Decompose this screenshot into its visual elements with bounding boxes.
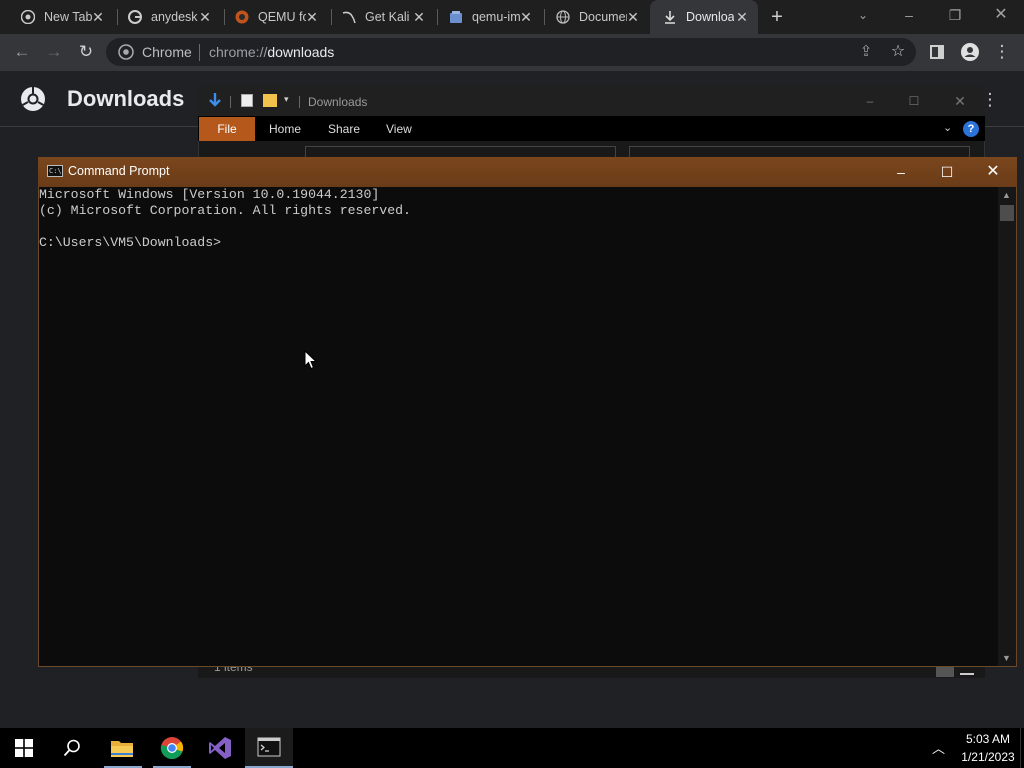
back-arrow-icon[interactable]: ← [10,40,34,64]
google-icon [127,9,143,25]
chrome-logo-icon [20,86,46,117]
console-output[interactable]: Microsoft Windows [Version 10.0.19044.21… [39,187,997,251]
ribbon-tab-home[interactable]: Home [269,122,301,136]
restore-icon[interactable]: ❐ [932,0,978,30]
tab-new-tab[interactable]: New Tab ✕ [8,0,114,34]
omnibox-url[interactable]: chrome://downloads [209,44,334,60]
chrome-site-icon [118,44,134,65]
close-window-icon[interactable]: ✕ [978,0,1024,30]
tab-title: New Tab [44,10,92,24]
bookmark-star-icon[interactable]: ☆ [886,40,910,64]
ribbon-tab-file[interactable]: File [199,117,255,141]
tab-title: QEMU for [258,10,306,24]
kali-icon [341,9,357,25]
minimize-icon[interactable]: – [878,157,924,187]
download-icon [662,9,678,25]
omnibox-divider [199,44,200,61]
tab-title: Downloads [686,10,734,24]
command-prompt-icon [257,737,281,757]
ribbon-expand-icon[interactable]: ⌄ [943,121,952,134]
clock-date[interactable]: 1/21/2023 [958,750,1018,764]
chrome-icon [20,9,36,25]
maximize-icon[interactable]: ☐ [924,157,970,187]
explorer-ribbon [198,116,985,141]
explorer-title: Downloads [308,95,368,109]
ribbon-tab-view[interactable]: View [386,122,412,136]
tab-title: Documentation [579,10,627,24]
taskbar-command-prompt[interactable] [245,728,293,768]
qat-divider [230,96,231,108]
close-icon[interactable]: ✕ [518,9,534,25]
taskbar-visual-studio[interactable] [196,728,244,768]
start-button[interactable] [0,728,48,768]
search-button[interactable] [48,728,96,768]
tab-title: qemu-img [472,10,520,24]
url-host: downloads [267,44,335,60]
tab-downloads[interactable]: Downloads ✕ [650,0,758,34]
tab-qemu[interactable]: QEMU for ✕ [222,0,328,34]
page-title: Downloads [67,86,185,111]
forward-arrow-icon[interactable]: → [42,40,66,64]
qat-divider [299,96,300,108]
tab-qemu-img[interactable]: qemu-img ✕ [436,0,542,34]
cmd-title-bar[interactable] [38,157,1017,187]
document-icon [448,9,464,25]
close-icon[interactable]: ✕ [970,157,1016,187]
omnibox-site-label: Chrome [142,44,192,60]
new-tab-button[interactable]: + [766,6,788,28]
qemu-icon [234,9,250,25]
close-icon[interactable]: ✕ [304,9,320,25]
cmd-title: Command Prompt [68,164,170,178]
console-line: Microsoft Windows [Version 10.0.19044.21… [39,187,380,202]
url-scheme: chrome:// [209,44,268,60]
tab-title: Get Kali [365,10,410,24]
minimize-icon[interactable]: – [856,86,884,116]
mouse-cursor-icon [304,349,318,375]
search-icon [63,739,80,757]
ribbon-tab-share[interactable]: Share [328,122,360,136]
profile-icon[interactable] [960,42,980,67]
cmd-scrollbar[interactable] [998,187,1016,666]
help-icon[interactable]: ? [963,121,979,137]
tab-search-icon[interactable]: ⌄ [840,0,886,30]
file-explorer-icon [111,741,133,757]
close-icon[interactable]: ✕ [90,9,106,25]
qat-dropdown-icon[interactable]: ▾ [284,94,289,105]
show-hidden-icons-icon[interactable]: ︿ [932,738,945,757]
visual-studio-icon [209,737,231,759]
tab-anydesk[interactable]: anydesk ✕ [115,0,221,34]
console-prompt: C:\Users\VM5\Downloads> [39,235,222,250]
globe-icon [555,9,571,25]
taskbar-file-explorer[interactable] [98,728,146,768]
scrollbar-thumb[interactable] [1000,205,1014,221]
menu-kebab-icon[interactable]: ⋮ [990,40,1014,64]
scroll-up-icon[interactable]: ▲ [1002,190,1011,200]
close-icon[interactable]: ✕ [946,86,974,116]
tab-documentation[interactable]: Documentation ✕ [543,0,649,34]
tab-title: anydesk [151,10,198,24]
clock-time[interactable]: 5:03 AM [958,732,1018,746]
scroll-down-icon[interactable]: ▼ [1002,653,1011,663]
chrome-icon [160,737,184,760]
maximize-icon[interactable]: ☐ [900,86,928,116]
new-folder-icon[interactable] [263,94,277,107]
taskbar-chrome[interactable] [148,728,196,768]
side-panel-icon[interactable] [930,45,944,59]
start-icon [15,739,33,757]
show-desktop-button[interactable] [1020,728,1024,768]
reload-icon[interactable]: ↻ [74,40,98,64]
close-icon[interactable]: ✕ [734,9,750,25]
close-icon[interactable]: ✕ [625,9,641,25]
close-icon[interactable]: ✕ [411,9,427,25]
properties-icon[interactable] [241,94,253,107]
close-icon[interactable]: ✕ [197,9,213,25]
share-icon[interactable]: ⇪ [854,40,878,64]
minimize-icon[interactable]: – [886,0,932,30]
console-line: (c) Microsoft Corporation. All rights re… [39,203,411,218]
tab-kali[interactable]: Get Kali ✕ [329,0,435,34]
command-prompt-icon: C:\ [47,165,63,177]
quick-access-download-icon[interactable] [207,92,223,115]
